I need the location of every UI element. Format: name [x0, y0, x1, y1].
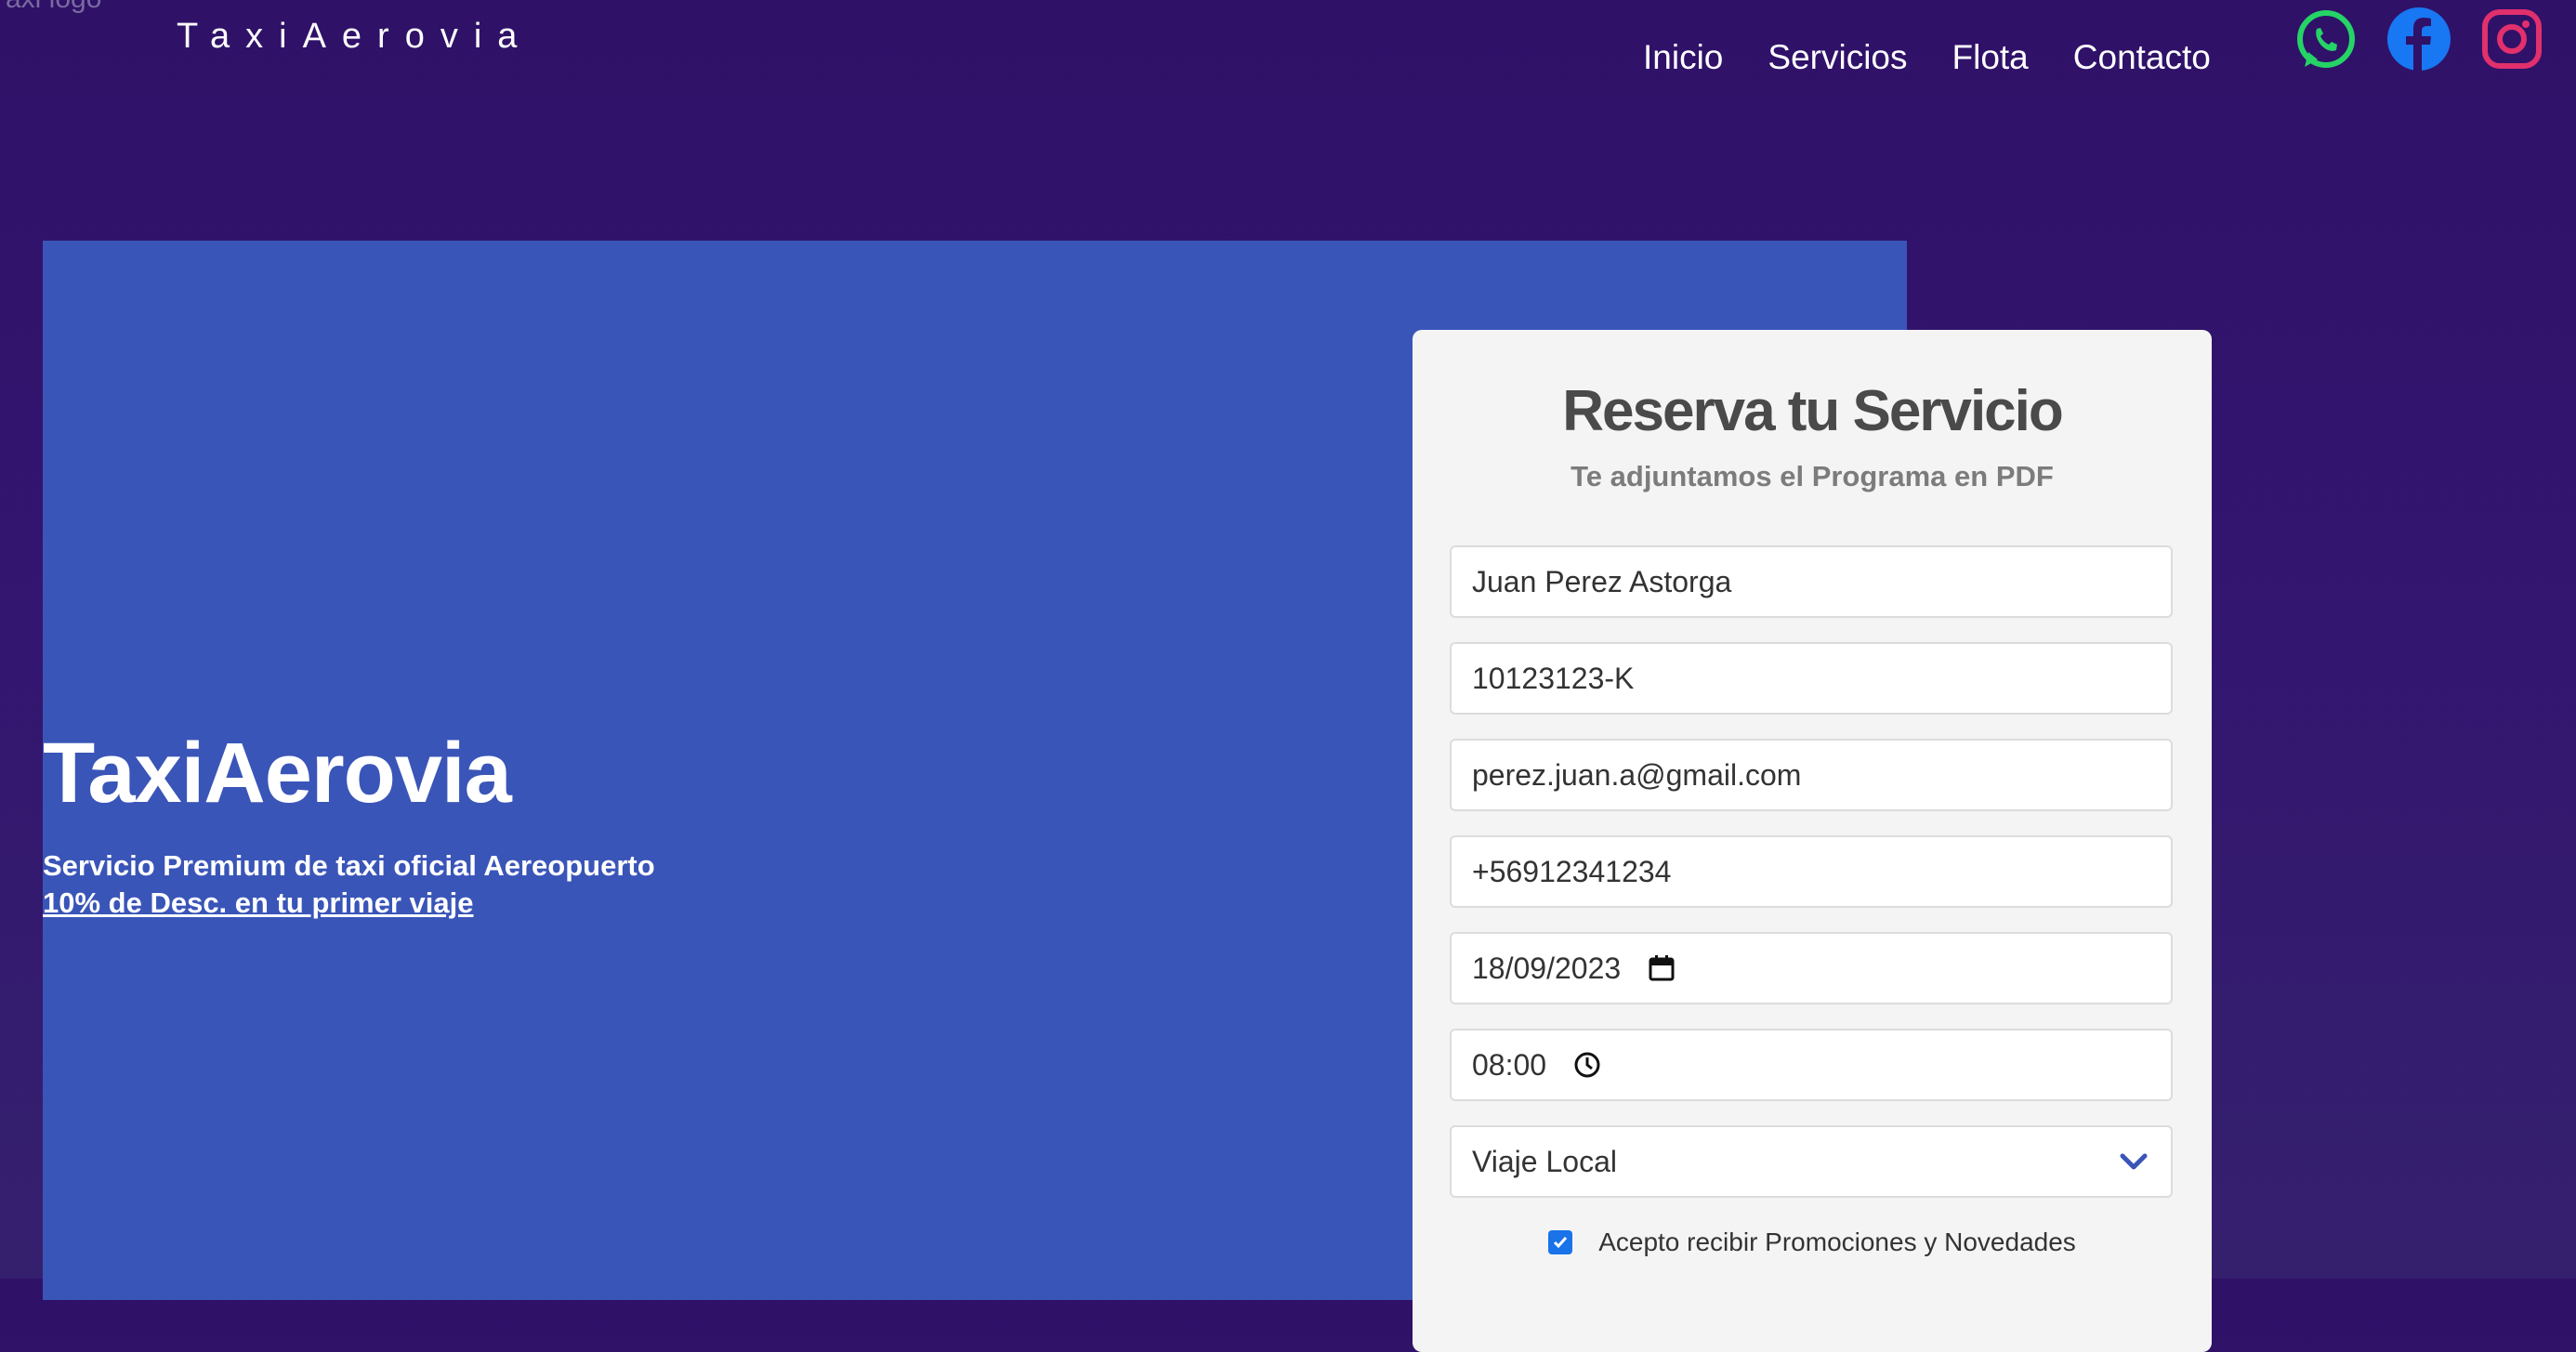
form-title: Reserva tu Servicio: [1562, 379, 2064, 443]
chevron-down-icon: [2120, 1153, 2148, 1170]
hero-subtitle: Servicio Premium de taxi oficial Aereopu…: [43, 849, 655, 882]
brand-name[interactable]: TaxiAerovia: [177, 17, 532, 57]
logo-image-alt[interactable]: axi logo: [6, 0, 101, 15]
nav-link-servicios[interactable]: Servicios: [1768, 35, 1907, 80]
promo-checkbox[interactable]: [1548, 1230, 1573, 1254]
phone-input[interactable]: +56912341234: [1450, 835, 2173, 908]
calendar-icon[interactable]: [1647, 953, 1676, 983]
hero-title: TaxiAerovia: [43, 726, 512, 820]
social-links: [2293, 4, 2544, 74]
time-input[interactable]: 08:00: [1450, 1029, 2173, 1101]
clock-icon[interactable]: [1572, 1050, 1602, 1080]
time-value: 08:00: [1472, 1047, 1547, 1082]
name-input[interactable]: Juan Perez Astorga: [1450, 545, 2173, 618]
phone-value: +56912341234: [1472, 854, 1672, 888]
email-input[interactable]: perez.juan.a@gmail.com: [1450, 739, 2173, 811]
whatsapp-icon[interactable]: [2293, 4, 2359, 74]
nav-link-inicio[interactable]: Inicio: [1643, 35, 1723, 80]
trip-type-value: Viaje Local: [1472, 1144, 1617, 1178]
nav-link-contacto[interactable]: Contacto: [2073, 35, 2211, 80]
promo-consent-row: Acepto recibir Promociones y Novedades: [1413, 1227, 2212, 1257]
main-nav: Inicio Servicios Flota Contacto: [1643, 35, 2255, 80]
date-value: 18/09/2023: [1472, 951, 1622, 985]
instagram-icon[interactable]: [2479, 4, 2544, 74]
checkmark-icon: [1554, 1237, 1568, 1249]
booking-form-card: Reserva tu Servicio Te adjuntamos el Pro…: [1413, 330, 2212, 1352]
date-input[interactable]: 18/09/2023: [1450, 932, 2173, 1004]
rut-input[interactable]: 10123123-K: [1450, 642, 2173, 715]
trip-type-select[interactable]: Viaje Local: [1450, 1125, 2173, 1198]
nav-link-flota[interactable]: Flota: [1952, 35, 2029, 80]
email-value: perez.juan.a@gmail.com: [1472, 757, 1802, 792]
facebook-icon[interactable]: [2386, 4, 2451, 74]
name-value: Juan Perez Astorga: [1472, 564, 1732, 598]
form-subtitle: Te adjuntamos el Programa en PDF: [1571, 460, 2054, 492]
promo-label: Acepto recibir Promociones y Novedades: [1598, 1227, 2076, 1256]
rut-value: 10123123-K: [1472, 661, 1635, 695]
hero-offer-link[interactable]: 10% de Desc. en tu primer viaje: [43, 886, 474, 920]
